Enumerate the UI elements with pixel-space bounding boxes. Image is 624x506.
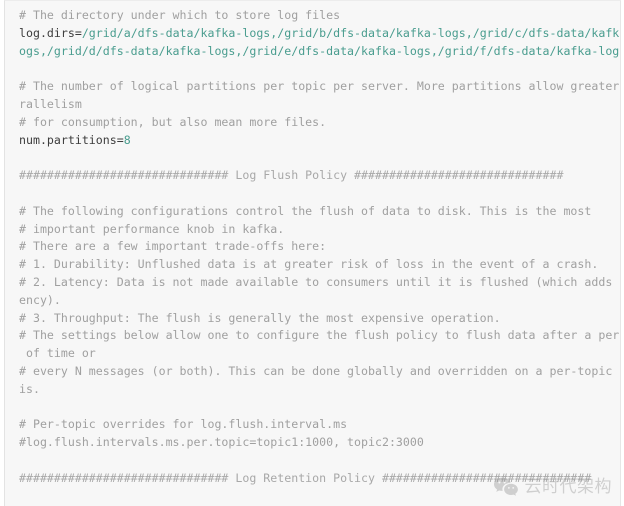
- code-line: # every N messages (or both). This can b…: [19, 363, 621, 378]
- config-value-continuation: ogs,/grid/d/dfs-data/kafka-logs,/grid/e/…: [19, 43, 621, 58]
- page-root: # The directory under which to store log…: [0, 0, 624, 506]
- code-line: # 1. Durability: Unflushed data is at gr…: [19, 257, 599, 272]
- code-line: # The settings below allow one to config…: [19, 328, 621, 343]
- code-line: ency).: [19, 292, 61, 307]
- code-line: num.partitions=8: [19, 132, 620, 150]
- code-block: # The directory under which to store log…: [4, 0, 621, 506]
- code-line: # There are a few important trade-offs h…: [19, 239, 327, 254]
- code-line: #log.flush.intervals.ms.per.topic=topic1…: [19, 435, 424, 450]
- code-line: # The number of logical partitions per t…: [19, 79, 621, 94]
- code-line: ############################## Log Reten…: [19, 470, 592, 485]
- code-line: # 2. Latency: Data is not made available…: [19, 274, 621, 289]
- code-line: ############################## Log Flush…: [19, 168, 564, 183]
- code-line: # important performance knob in kafka.: [19, 221, 285, 236]
- config-key: log.dirs=: [19, 25, 82, 40]
- code-line: log.dirs=/grid/a/dfs-data/kafka-logs,/gr…: [19, 25, 620, 43]
- code-line: # for consumption, but also mean more fi…: [19, 114, 327, 129]
- code-line: # 3. Throughput: The flush is generally …: [19, 310, 501, 325]
- code-line: ogs,/grid/d/dfs-data/kafka-logs,/grid/e/…: [19, 43, 620, 61]
- code-line: # The following configurations control t…: [19, 203, 592, 218]
- code-line: of time or: [19, 346, 96, 361]
- code-line: # The directory under which to store log…: [19, 8, 341, 22]
- config-value: 8: [123, 132, 131, 147]
- code-line: rallelism: [19, 96, 82, 111]
- code-line: # Per-topic overrides for log.flush.inte…: [19, 417, 348, 432]
- code-lines: # The directory under which to store log…: [19, 7, 620, 488]
- config-key: num.partitions=: [19, 132, 124, 147]
- config-value: /grid/a/dfs-data/kafka-logs,/grid/b/dfs-…: [81, 25, 621, 40]
- code-line: is.: [19, 381, 40, 396]
